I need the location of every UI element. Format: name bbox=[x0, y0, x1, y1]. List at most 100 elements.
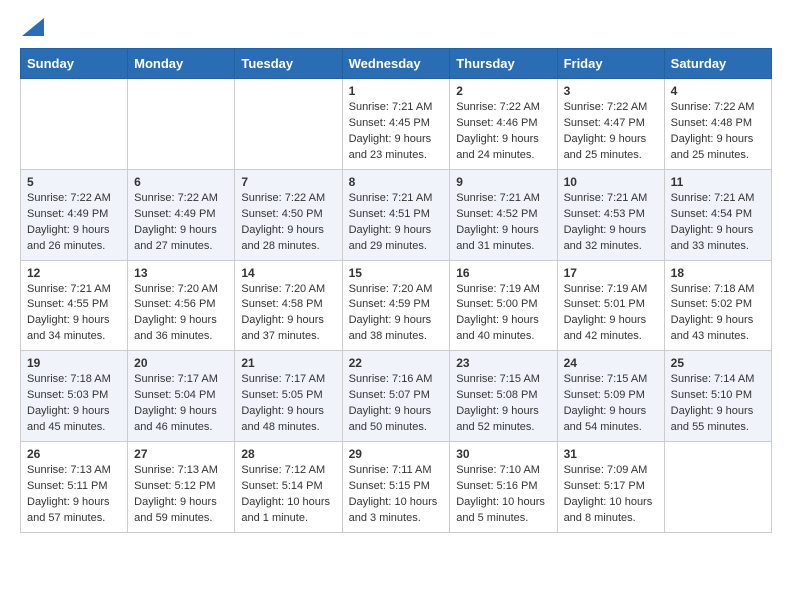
day-number: 4 bbox=[671, 84, 765, 98]
calendar-day-24: 24Sunrise: 7:15 AM Sunset: 5:09 PM Dayli… bbox=[557, 351, 664, 442]
day-info: Sunrise: 7:17 AM Sunset: 5:05 PM Dayligh… bbox=[241, 372, 335, 436]
day-number: 16 bbox=[456, 266, 550, 280]
calendar-day-7: 7 Sunrise: 7:22 AM Sunset: 4:50 PM Daylig… bbox=[235, 169, 342, 260]
day-info: Sunrise: 7:19 AM Sunset: 5:00 PM Dayligh… bbox=[456, 282, 550, 346]
calendar-week-row: 5 Sunrise: 7:22 AM Sunset: 4:49 PM Daylig… bbox=[21, 169, 772, 260]
day-info: Sunrise: 7:09 AM Sunset: 5:17 PM Dayligh… bbox=[564, 463, 658, 527]
day-info: Sunrise: 7:22 AM Sunset: 4:48 PM Dayligh… bbox=[671, 100, 765, 164]
day-number: 11 bbox=[671, 175, 765, 189]
calendar-day-25: 25Sunrise: 7:14 AM Sunset: 5:10 PM Dayli… bbox=[664, 351, 771, 442]
day-number: 2 bbox=[456, 84, 550, 98]
calendar-day-16: 16 Sunrise: 7:19 AM Sunset: 5:00 PM Dayli… bbox=[450, 260, 557, 351]
day-info: Sunrise: 7:21 AM Sunset: 4:55 PM Dayligh… bbox=[27, 282, 121, 346]
day-number: 30 bbox=[456, 447, 550, 461]
day-info: Sunrise: 7:10 AM Sunset: 5:16 PM Dayligh… bbox=[456, 463, 550, 527]
day-info: Sunrise: 7:18 AM Sunset: 5:03 PM Dayligh… bbox=[27, 372, 121, 436]
day-info: Sunrise: 7:22 AM Sunset: 4:46 PM Dayligh… bbox=[456, 100, 550, 164]
weekday-header-monday: Monday bbox=[128, 49, 235, 79]
day-number: 25 bbox=[671, 356, 765, 370]
day-number: 15 bbox=[349, 266, 444, 280]
day-info: Sunrise: 7:15 AM Sunset: 5:08 PM Dayligh… bbox=[456, 372, 550, 436]
calendar-day-5: 5Sunrise: 7:22 AM Sunset: 4:49 PM Daylig… bbox=[21, 169, 128, 260]
day-number: 3 bbox=[564, 84, 658, 98]
day-number: 20 bbox=[134, 356, 228, 370]
day-number: 6 bbox=[134, 175, 228, 189]
day-number: 7 bbox=[241, 175, 335, 189]
calendar-day-19: 19 Sunrise: 7:18 AM Sunset: 5:03 PM Dayli… bbox=[21, 351, 128, 442]
calendar-empty-cell bbox=[128, 79, 235, 170]
header bbox=[20, 18, 772, 38]
logo-icon bbox=[22, 18, 44, 36]
calendar-day-12: 12 Sunrise: 7:21 AM Sunset: 4:55 PM Dayli… bbox=[21, 260, 128, 351]
calendar-day-30: 30 Sunrise: 7:10 AM Sunset: 5:16 PM Dayli… bbox=[450, 442, 557, 533]
calendar-day-6: 6 Sunrise: 7:22 AM Sunset: 4:49 PM Daylig… bbox=[128, 169, 235, 260]
calendar-day-3: 3 Sunrise: 7:22 AM Sunset: 4:47 PM Daylig… bbox=[557, 79, 664, 170]
calendar-day-28: 28Sunrise: 7:12 AM Sunset: 5:14 PM Dayli… bbox=[235, 442, 342, 533]
calendar-header-row: SundayMondayTuesdayWednesdayThursdayFrid… bbox=[21, 49, 772, 79]
logo bbox=[20, 18, 44, 38]
calendar-day-29: 29 Sunrise: 7:11 AM Sunset: 5:15 PM Dayli… bbox=[342, 442, 450, 533]
calendar-empty-cell bbox=[664, 442, 771, 533]
day-info: Sunrise: 7:13 AM Sunset: 5:12 PM Dayligh… bbox=[134, 463, 228, 527]
day-info: Sunrise: 7:11 AM Sunset: 5:15 PM Dayligh… bbox=[349, 463, 444, 527]
weekday-header-wednesday: Wednesday bbox=[342, 49, 450, 79]
day-number: 27 bbox=[134, 447, 228, 461]
day-info: Sunrise: 7:21 AM Sunset: 4:53 PM Dayligh… bbox=[564, 191, 658, 255]
calendar-day-31: 31 Sunrise: 7:09 AM Sunset: 5:17 PM Dayli… bbox=[557, 442, 664, 533]
calendar-day-14: 14Sunrise: 7:20 AM Sunset: 4:58 PM Dayli… bbox=[235, 260, 342, 351]
day-number: 8 bbox=[349, 175, 444, 189]
calendar-day-2: 2 Sunrise: 7:22 AM Sunset: 4:46 PM Daylig… bbox=[450, 79, 557, 170]
calendar-day-20: 20 Sunrise: 7:17 AM Sunset: 5:04 PM Dayli… bbox=[128, 351, 235, 442]
calendar-day-17: 17Sunrise: 7:19 AM Sunset: 5:01 PM Dayli… bbox=[557, 260, 664, 351]
day-number: 9 bbox=[456, 175, 550, 189]
calendar-week-row: 19 Sunrise: 7:18 AM Sunset: 5:03 PM Dayli… bbox=[21, 351, 772, 442]
day-info: Sunrise: 7:22 AM Sunset: 4:50 PM Dayligh… bbox=[241, 191, 335, 255]
day-info: Sunrise: 7:20 AM Sunset: 4:59 PM Dayligh… bbox=[349, 282, 444, 346]
day-info: Sunrise: 7:21 AM Sunset: 4:52 PM Dayligh… bbox=[456, 191, 550, 255]
calendar-day-27: 27 Sunrise: 7:13 AM Sunset: 5:12 PM Dayli… bbox=[128, 442, 235, 533]
calendar-day-15: 15 Sunrise: 7:20 AM Sunset: 4:59 PM Dayli… bbox=[342, 260, 450, 351]
day-number: 29 bbox=[349, 447, 444, 461]
calendar-table: SundayMondayTuesdayWednesdayThursdayFrid… bbox=[20, 48, 772, 533]
calendar-day-1: 1Sunrise: 7:21 AM Sunset: 4:45 PM Daylig… bbox=[342, 79, 450, 170]
calendar-day-8: 8 Sunrise: 7:21 AM Sunset: 4:51 PM Daylig… bbox=[342, 169, 450, 260]
day-number: 18 bbox=[671, 266, 765, 280]
day-info: Sunrise: 7:20 AM Sunset: 4:56 PM Dayligh… bbox=[134, 282, 228, 346]
day-number: 1 bbox=[349, 84, 444, 98]
day-info: Sunrise: 7:17 AM Sunset: 5:04 PM Dayligh… bbox=[134, 372, 228, 436]
day-number: 12 bbox=[27, 266, 121, 280]
day-info: Sunrise: 7:21 AM Sunset: 4:51 PM Dayligh… bbox=[349, 191, 444, 255]
day-info: Sunrise: 7:22 AM Sunset: 4:47 PM Dayligh… bbox=[564, 100, 658, 164]
day-info: Sunrise: 7:16 AM Sunset: 5:07 PM Dayligh… bbox=[349, 372, 444, 436]
page: SundayMondayTuesdayWednesdayThursdayFrid… bbox=[0, 0, 792, 551]
weekday-header-tuesday: Tuesday bbox=[235, 49, 342, 79]
day-number: 17 bbox=[564, 266, 658, 280]
day-info: Sunrise: 7:21 AM Sunset: 4:54 PM Dayligh… bbox=[671, 191, 765, 255]
calendar-day-9: 9 Sunrise: 7:21 AM Sunset: 4:52 PM Daylig… bbox=[450, 169, 557, 260]
day-number: 19 bbox=[27, 356, 121, 370]
calendar-day-13: 13 Sunrise: 7:20 AM Sunset: 4:56 PM Dayli… bbox=[128, 260, 235, 351]
day-info: Sunrise: 7:18 AM Sunset: 5:02 PM Dayligh… bbox=[671, 282, 765, 346]
day-number: 23 bbox=[456, 356, 550, 370]
calendar-week-row: 12 Sunrise: 7:21 AM Sunset: 4:55 PM Dayli… bbox=[21, 260, 772, 351]
day-number: 21 bbox=[241, 356, 335, 370]
day-info: Sunrise: 7:13 AM Sunset: 5:11 PM Dayligh… bbox=[27, 463, 121, 527]
day-number: 14 bbox=[241, 266, 335, 280]
day-info: Sunrise: 7:22 AM Sunset: 4:49 PM Dayligh… bbox=[134, 191, 228, 255]
day-number: 31 bbox=[564, 447, 658, 461]
calendar-empty-cell bbox=[235, 79, 342, 170]
calendar-week-row: 26 Sunrise: 7:13 AM Sunset: 5:11 PM Dayli… bbox=[21, 442, 772, 533]
day-number: 5 bbox=[27, 175, 121, 189]
day-info: Sunrise: 7:12 AM Sunset: 5:14 PM Dayligh… bbox=[241, 463, 335, 527]
day-number: 24 bbox=[564, 356, 658, 370]
calendar-day-22: 22 Sunrise: 7:16 AM Sunset: 5:07 PM Dayli… bbox=[342, 351, 450, 442]
day-number: 22 bbox=[349, 356, 444, 370]
calendar-day-18: 18 Sunrise: 7:18 AM Sunset: 5:02 PM Dayli… bbox=[664, 260, 771, 351]
day-number: 26 bbox=[27, 447, 121, 461]
weekday-header-saturday: Saturday bbox=[664, 49, 771, 79]
weekday-header-thursday: Thursday bbox=[450, 49, 557, 79]
weekday-header-sunday: Sunday bbox=[21, 49, 128, 79]
day-number: 13 bbox=[134, 266, 228, 280]
calendar-day-21: 21 Sunrise: 7:17 AM Sunset: 5:05 PM Dayli… bbox=[235, 351, 342, 442]
calendar-day-23: 23 Sunrise: 7:15 AM Sunset: 5:08 PM Dayli… bbox=[450, 351, 557, 442]
